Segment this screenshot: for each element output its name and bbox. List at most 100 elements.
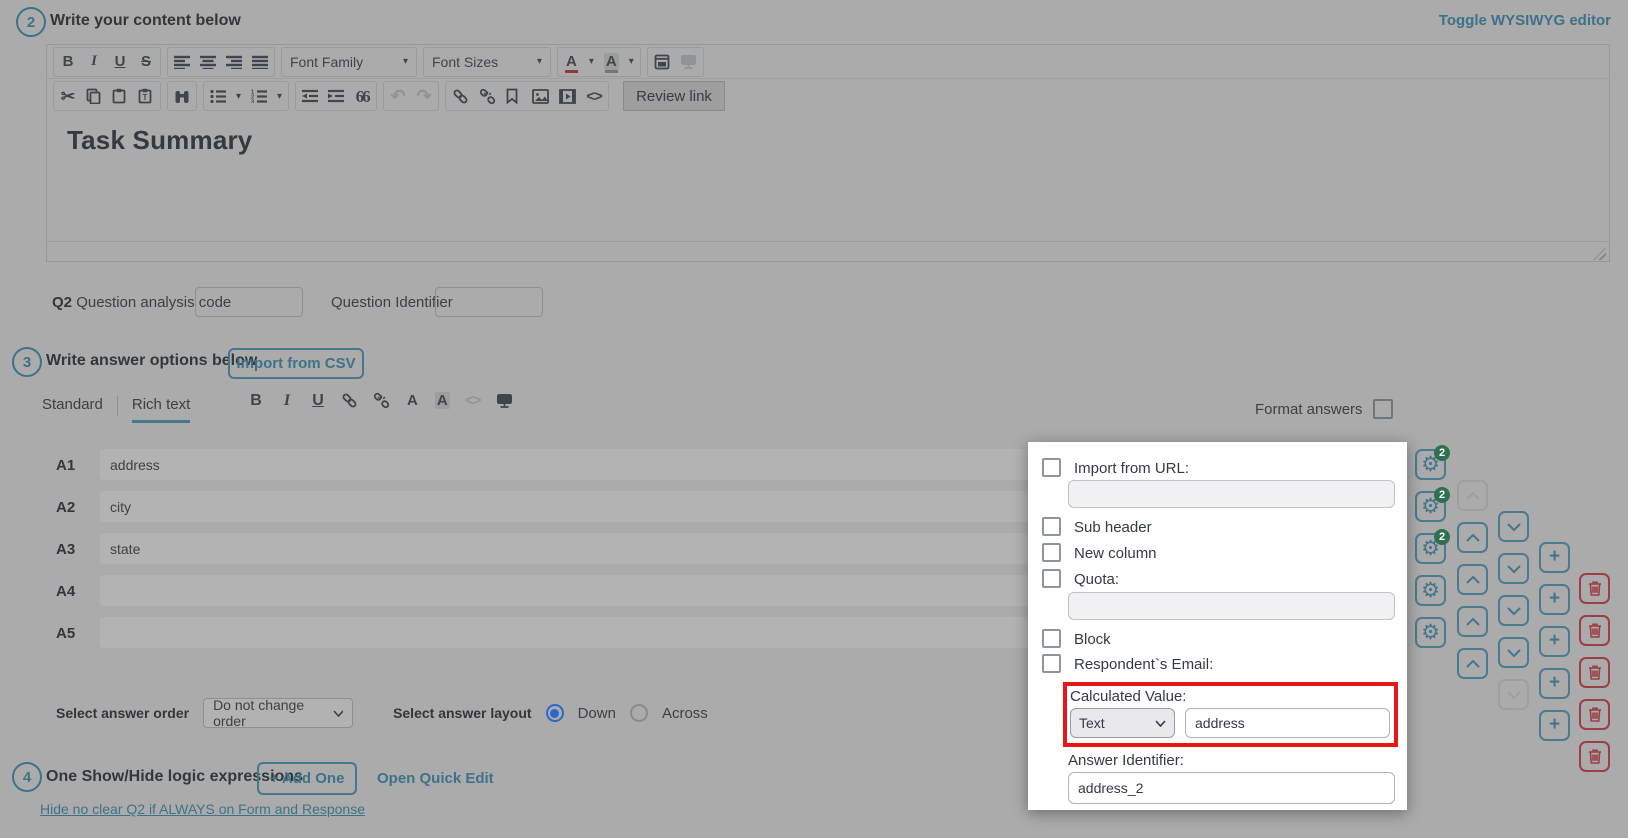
import-from-url-checkbox[interactable] [1042,458,1061,477]
chevron-down-icon[interactable]: ▾ [589,56,594,67]
tab-rich-text[interactable]: Rich text [132,396,190,423]
add-answer-button[interactable]: + [1539,668,1570,699]
block-label: Block [1074,631,1111,648]
trash-icon [1587,748,1603,765]
section-2-title: Write your content below [50,12,241,30]
import-from-csv-button[interactable]: Import from CSV [228,348,364,379]
review-link-button[interactable]: Review link [623,81,725,111]
redo-icon[interactable]: ↷ [416,87,432,105]
align-left-icon[interactable] [174,55,190,69]
chevron-down-icon[interactable]: ▾ [236,91,241,102]
answer-settings-button[interactable]: ⚙2 [1415,491,1446,522]
indent-icon[interactable] [328,89,344,103]
chevron-down-icon[interactable]: ▾ [277,91,282,102]
answer-settings-button[interactable]: ⚙ [1415,617,1446,648]
cut-icon[interactable]: ✂ [60,88,76,105]
font-sizes-select[interactable]: Font Sizes ▾ [423,47,551,77]
wysiwyg-editor: B I U S Font Family ▾ Font Sizes ▾ A [46,44,1610,262]
preview-screen-icon[interactable] [496,393,513,409]
chevron-down-icon [333,710,343,717]
sub-header-checkbox[interactable] [1042,517,1061,536]
font-family-select[interactable]: Font Family ▾ [281,47,417,77]
insert-link-icon[interactable] [452,88,469,105]
ordered-list-icon[interactable]: 123 [251,89,267,103]
open-quick-edit-link[interactable]: Open Quick Edit [377,770,494,787]
background-color-icon[interactable]: A [604,53,619,70]
new-column-checkbox[interactable] [1042,543,1061,562]
answer-option-settings-popup: Import from URL: Sub header New column Q… [1028,442,1407,810]
underline-icon[interactable]: U [112,54,128,69]
underline-icon[interactable]: U [310,393,326,409]
question-identifier-input[interactable] [435,287,543,317]
background-color-icon[interactable]: A [435,392,450,409]
chevron-down-icon[interactable]: ▾ [629,56,634,67]
section-4-number: 4 [12,762,42,792]
layout-down-label: Down [578,705,616,722]
remove-link-icon[interactable] [479,88,496,105]
format-answers-checkbox[interactable] [1373,399,1393,419]
preview-screen-icon[interactable] [680,54,697,70]
delete-answer-button[interactable] [1579,657,1610,688]
respondent-email-checkbox[interactable] [1042,654,1061,673]
answer-settings-button[interactable]: ⚙ [1415,575,1446,606]
outdent-icon[interactable] [302,89,318,103]
layout-across-radio[interactable] [630,704,648,722]
italic-icon[interactable]: I [279,393,295,409]
layout-across-label: Across [662,705,708,722]
paste-icon[interactable] [112,88,128,104]
toggle-wysiwyg-link[interactable]: Toggle WYSIWYG editor [1439,12,1611,29]
quota-checkbox[interactable] [1042,569,1061,588]
paste-image-icon[interactable] [654,54,670,70]
quota-input[interactable] [1068,592,1395,620]
block-checkbox[interactable] [1042,629,1061,648]
undo-icon[interactable]: ↶ [390,87,406,105]
import-from-url-input[interactable] [1068,480,1395,508]
bold-icon[interactable]: B [248,393,264,409]
align-center-icon[interactable] [200,55,216,69]
blockquote-icon[interactable]: 66 [354,88,370,105]
answer-settings-button[interactable]: ⚙2 [1415,449,1446,480]
logic-expression-link[interactable]: Hide no clear Q2 if ALWAYS on Form and R… [40,801,365,817]
unordered-list-icon[interactable] [210,89,226,103]
find-replace-icon[interactable] [174,89,190,104]
remove-link-icon[interactable] [373,392,390,409]
paste-as-text-icon[interactable]: T [138,88,154,104]
text-color-icon[interactable]: A [564,53,579,70]
source-code-icon[interactable]: <> [465,393,481,408]
align-right-icon[interactable] [226,55,242,69]
delete-answer-button[interactable] [1579,699,1610,730]
question-editor-page: 2 Write your content below Toggle WYSIWY… [0,0,1628,838]
editor-content-area[interactable]: Task Summary [47,113,1609,241]
add-answer-button[interactable]: + [1539,710,1570,741]
move-up-button[interactable] [1457,648,1488,679]
delete-answer-button[interactable] [1579,741,1610,772]
add-logic-button[interactable]: + Add One [257,762,357,795]
bold-icon[interactable]: B [60,54,76,69]
analysis-code-input[interactable] [195,287,303,317]
text-color-icon[interactable]: A [405,392,420,409]
calculated-value-input[interactable] [1185,708,1390,738]
insert-media-icon[interactable] [559,89,576,104]
answer-order-select[interactable]: Do not change order [203,698,353,728]
answer-identifier-input[interactable] [1068,772,1395,804]
copy-icon[interactable] [86,88,102,104]
section-2-number: 2 [16,7,46,37]
gear-icon: ⚙ [1421,580,1440,601]
insert-link-icon[interactable] [341,392,358,409]
align-justify-icon[interactable] [252,55,268,69]
anchor-icon[interactable] [506,88,522,104]
answer-label: A1 [56,457,75,474]
answer-settings-button[interactable]: ⚙2 [1415,533,1446,564]
insert-image-icon[interactable] [532,89,549,104]
calculated-type-select[interactable]: Text [1070,708,1175,738]
italic-icon[interactable]: I [86,54,102,69]
chevron-down-icon: ▾ [537,56,542,67]
move-down-button[interactable] [1498,679,1529,710]
layout-down-radio[interactable] [546,704,564,722]
resize-grip[interactable] [1593,247,1606,260]
tab-standard[interactable]: Standard [42,396,103,420]
strikethrough-icon[interactable]: S [138,54,154,69]
source-code-icon[interactable]: <> [586,89,602,104]
editor-statusbar [47,241,1609,263]
answer-mini-toolbar: B I U A A <> [248,392,513,409]
